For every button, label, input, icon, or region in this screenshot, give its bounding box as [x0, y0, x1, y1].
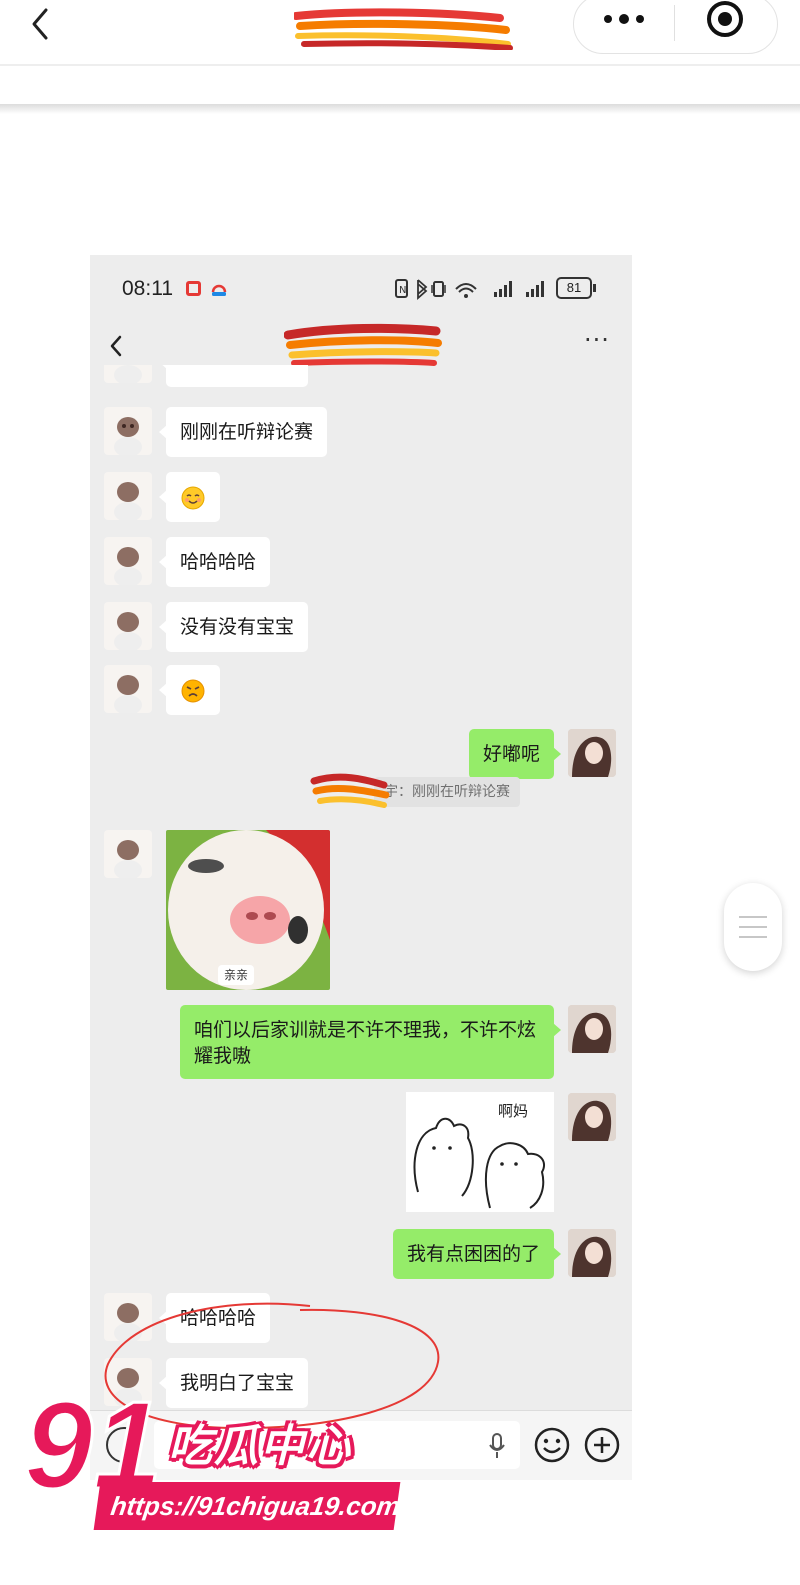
my-avatar[interactable] [568, 1005, 616, 1053]
side-drawer-handle[interactable] [724, 883, 782, 971]
avatar[interactable] [104, 407, 152, 455]
capsule-menu [573, 0, 778, 54]
more-dots-button[interactable] [574, 0, 674, 55]
close-mini-program-button[interactable] [675, 0, 779, 55]
title-redaction-scribble [294, 8, 513, 50]
notification-icon [186, 281, 201, 296]
watermark-name: 吃瓜中心 [168, 1421, 352, 1472]
avatar[interactable] [104, 537, 152, 585]
chat-title-redaction-scribble [284, 323, 442, 366]
message-bubble: 哈哈哈哈 [158, 1293, 271, 1343]
sticker-text: 啊妈 [498, 1102, 528, 1120]
emoji-message-bubble [159, 472, 220, 522]
mini-program-header [0, 0, 800, 64]
my-message-bubble: 我有点困困的了 [392, 1229, 562, 1279]
avatar[interactable] [104, 830, 152, 878]
app-notification-icon [211, 284, 227, 296]
message-bubble-partial: 没有没有宝宝 [158, 365, 309, 387]
target-circle-icon [707, 1, 743, 37]
avatar[interactable] [104, 365, 152, 383]
plus-icon[interactable] [584, 1427, 620, 1463]
svg-text:N: N [399, 285, 406, 296]
avatar[interactable] [104, 602, 152, 650]
avatar[interactable] [104, 1293, 152, 1341]
chat-screenshot: 08:11 N 81 ··· 刚刚在听辩论赛 哈哈哈哈 没有没有宝宝 好嘟呢 宇… [90, 255, 632, 1480]
avatar[interactable] [104, 472, 152, 520]
my-avatar[interactable] [568, 1229, 616, 1277]
back-chevron-icon[interactable] [106, 331, 126, 361]
status-bar: 08:11 N 81 [90, 255, 632, 315]
my-message-bubble: 好嘟呢 [468, 729, 562, 779]
message-bubble: 没有没有宝宝 [158, 602, 309, 652]
message-bubble: 哈哈哈哈 [158, 537, 271, 587]
header-shadow [0, 104, 800, 114]
avatar[interactable] [104, 665, 152, 713]
angry-face-icon [181, 679, 205, 702]
my-avatar[interactable] [568, 729, 616, 777]
chevron-left-icon[interactable] [26, 4, 56, 44]
emoji-icon[interactable] [534, 1427, 570, 1463]
message-bubble: 刚刚在听辩论赛 [158, 407, 328, 457]
mic-icon[interactable] [488, 1433, 506, 1459]
sticker-caption: 亲亲 [218, 965, 255, 985]
my-avatar[interactable] [568, 1093, 616, 1141]
message-list[interactable]: 没有没有宝宝 刚刚在听辩论赛 哈哈哈哈 没有没有宝宝 [90, 365, 632, 1410]
chat-more-icon[interactable]: ··· [580, 328, 614, 361]
watermark-url: https://91chigua19.com [93, 1482, 402, 1530]
header-divider [0, 64, 800, 66]
more-dots-icon [604, 14, 644, 24]
battery-indicator: 81 [556, 277, 592, 299]
battery-nub [593, 284, 596, 292]
status-time: 08:11 [122, 277, 173, 300]
doodle-hug-sticker[interactable]: 啊妈 [406, 1092, 554, 1212]
smiling-face-icon [181, 486, 205, 509]
emoji-message-bubble [159, 665, 220, 715]
quote-redaction-scribble [310, 773, 390, 808]
quoted-reply: 宇：刚刚在听辩论赛 [374, 777, 520, 807]
my-message-bubble: 咱们以后家训就是不许不理我，不许不炫耀我嗷 [180, 1005, 561, 1079]
